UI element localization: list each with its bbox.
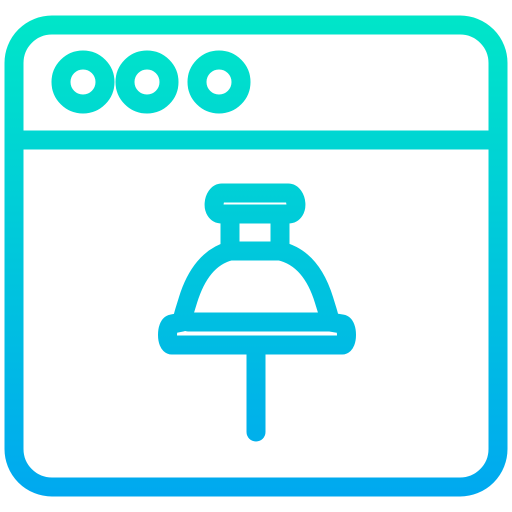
window-dot-3-icon — [187, 50, 251, 114]
window-dot-2-icon — [115, 50, 179, 114]
window-dot-1-icon — [51, 50, 115, 114]
browser-window-pin-icon — [4, 15, 508, 497]
icon-canvas — [0, 0, 512, 512]
pushpin-icon — [158, 183, 356, 442]
